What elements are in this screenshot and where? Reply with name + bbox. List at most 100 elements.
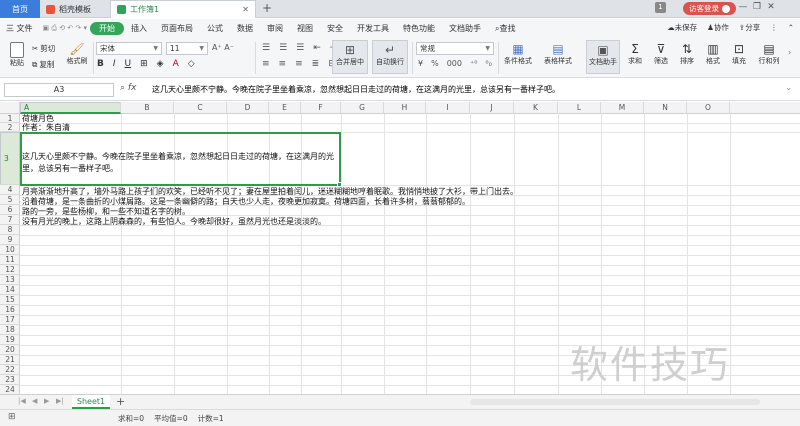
column-header-o[interactable]: O	[687, 102, 730, 114]
prev-sheet-icon[interactable]: ◀	[32, 397, 37, 405]
row-col-button[interactable]: ▤ 行和列	[754, 42, 784, 66]
sum-button[interactable]: Σ 求和	[624, 42, 646, 66]
row-header-11[interactable]: 11	[0, 255, 20, 265]
fx-button[interactable]: fx	[128, 83, 137, 93]
italic-button[interactable]: I	[113, 59, 116, 69]
align-left-icon[interactable]: ≡	[262, 59, 270, 69]
cell-a4[interactable]: 月亮渐渐地升高了，墙外马路上孩子们的欢笑，已经听不见了；妻在屋里拍着闰儿，迷迷糊…	[22, 187, 518, 196]
conditional-format-button[interactable]: ▦ 条件格式	[500, 42, 536, 66]
collab-button[interactable]: ♟协作	[707, 22, 729, 33]
row-header-21[interactable]: 21	[0, 355, 20, 365]
add-sheet-button[interactable]: +	[116, 395, 125, 408]
select-all-corner[interactable]	[0, 102, 20, 114]
thousands-icon[interactable]: 000	[447, 59, 462, 68]
new-tab-button[interactable]: +	[262, 1, 272, 15]
border-icon[interactable]: ⊞	[140, 59, 148, 69]
restore-icon[interactable]: ❐	[750, 2, 764, 12]
cell-a1[interactable]: 荷塘月色	[22, 114, 54, 123]
menu-item-developer[interactable]: 开发工具	[350, 23, 396, 34]
cut-button[interactable]: ✂ 剪切	[32, 43, 55, 54]
close-tab-icon[interactable]: ✕	[242, 5, 249, 14]
row-header-5[interactable]: 5	[0, 195, 20, 205]
merge-center-button[interactable]: ⊞ 合并居中	[332, 40, 368, 74]
row-header-23[interactable]: 23	[0, 375, 20, 385]
clear-format-icon[interactable]: ◇	[188, 59, 195, 69]
row-header-24[interactable]: 24	[0, 385, 20, 394]
horizontal-scrollbar[interactable]	[470, 399, 760, 405]
column-header-n[interactable]: N	[644, 102, 687, 114]
column-header-b[interactable]: B	[121, 102, 174, 114]
magnifier-icon[interactable]: ⌕	[120, 83, 125, 93]
font-size-select[interactable]: 11 ▼	[166, 42, 208, 55]
expand-formula-icon[interactable]: ⌄	[785, 83, 792, 92]
column-header-c[interactable]: C	[174, 102, 227, 114]
copy-button[interactable]: ⧉ 复制	[32, 59, 54, 70]
quick-access-icons[interactable]: ▣ ⎙ ⟲ ↶ ↷ ▾	[40, 24, 90, 33]
menu-item-view[interactable]: 视图	[290, 23, 320, 34]
table-style-button[interactable]: ▤ 表格样式	[540, 42, 576, 66]
collapse-ribbon-icon[interactable]: ⌃	[788, 23, 794, 32]
cell-a6[interactable]: 路的一旁，是些杨柳，和一些不知道名字的树。	[22, 207, 190, 216]
sheet-tab-sheet1[interactable]: Sheet1	[72, 395, 110, 409]
file-menu[interactable]: 三 文件	[0, 23, 40, 34]
align-middle-icon[interactable]: ☰	[279, 43, 287, 53]
filter-button[interactable]: ⊽ 筛选	[650, 42, 672, 66]
cell-a2[interactable]: 作者：朱自清	[22, 123, 70, 132]
cell-a3[interactable]: 这几天心里颇不宁静。今晚在院子里坐着乘凉，忽然想起日日走过的荷塘，在这满月的光里…	[22, 151, 338, 175]
unsaved-button[interactable]: ☁未保存	[667, 22, 697, 33]
tab-workbook[interactable]: 工作簿1 ✕	[110, 0, 256, 18]
row-header-15[interactable]: 15	[0, 295, 20, 305]
menu-item-formula[interactable]: 公式	[200, 23, 230, 34]
row-header-12[interactable]: 12	[0, 265, 20, 275]
row-header-20[interactable]: 20	[0, 345, 20, 355]
currency-icon[interactable]: ¥	[418, 59, 423, 68]
first-sheet-icon[interactable]: |◀	[18, 397, 26, 405]
column-header-a[interactable]: A	[20, 102, 121, 114]
percent-icon[interactable]: %	[431, 59, 439, 68]
formula-input[interactable]: 这几天心里颇不宁静。今晚在院子里坐着乘凉，忽然想起日日走过的荷塘，在这满月的光里…	[152, 83, 772, 97]
decimal-increase-icon[interactable]: ⁺⁰	[470, 59, 477, 68]
macro-icon[interactable]: ⊞	[8, 412, 16, 422]
menu-item-data[interactable]: 数据	[230, 23, 260, 34]
format-painter-button[interactable]: 🖌 格式刷	[64, 42, 90, 66]
cell-a5[interactable]: 沿着荷塘，是一条曲折的小煤屑路。这是一条幽僻的路；白天也少人走，夜晚更加寂寞。荷…	[22, 197, 470, 206]
menu-item-review[interactable]: 审阅	[260, 23, 290, 34]
column-header-k[interactable]: K	[514, 102, 558, 114]
justify-icon[interactable]: ≣	[312, 59, 320, 69]
underline-button[interactable]: U	[125, 59, 132, 69]
menu-item-features[interactable]: 特色功能	[396, 23, 442, 34]
row-header-8[interactable]: 8	[0, 225, 20, 235]
row-header-6[interactable]: 6	[0, 205, 20, 215]
row-header-9[interactable]: 9	[0, 235, 20, 245]
font-color-icon[interactable]: A	[173, 59, 179, 69]
row-header-16[interactable]: 16	[0, 305, 20, 315]
row-header-18[interactable]: 18	[0, 325, 20, 335]
font-family-select[interactable]: 宋体 ▼	[96, 42, 162, 55]
more-icon[interactable]: ⋮	[770, 23, 778, 32]
ribbon-more-icon[interactable]: ›	[788, 48, 791, 57]
last-sheet-icon[interactable]: ▶|	[56, 397, 64, 405]
row-header-10[interactable]: 10	[0, 245, 20, 255]
number-format-select[interactable]: 常规 ▼	[416, 42, 494, 55]
row-header-13[interactable]: 13	[0, 275, 20, 285]
column-header-h[interactable]: H	[384, 102, 426, 114]
cell-a7[interactable]: 没有月光的晚上，这路上阴森森的，有些怕人。今晚却很好，虽然月光也还是淡淡的。	[22, 217, 326, 226]
column-header-f[interactable]: F	[301, 102, 341, 114]
row-header-3[interactable]: 3	[0, 132, 20, 185]
name-box[interactable]: A3	[4, 83, 114, 97]
column-header-m[interactable]: M	[601, 102, 644, 114]
align-center-icon[interactable]: ≡	[279, 59, 287, 69]
menu-item-start[interactable]: 开始	[90, 22, 124, 35]
menu-item-insert[interactable]: 插入	[124, 23, 154, 34]
login-button[interactable]: 访客登录	[683, 2, 736, 15]
next-sheet-icon[interactable]: ▶	[44, 397, 49, 405]
menu-item-doc-helper[interactable]: 文档助手	[442, 23, 488, 34]
fill-button[interactable]: ⊡ 填充	[728, 42, 750, 66]
fill-color-icon[interactable]: ◈	[157, 59, 164, 69]
column-header-i[interactable]: I	[426, 102, 470, 114]
column-header-e[interactable]: E	[269, 102, 301, 114]
row-header-4[interactable]: 4	[0, 185, 20, 195]
row-header-22[interactable]: 22	[0, 365, 20, 375]
menu-item-security[interactable]: 安全	[320, 23, 350, 34]
decimal-decrease-icon[interactable]: ⁰₀	[485, 59, 491, 68]
